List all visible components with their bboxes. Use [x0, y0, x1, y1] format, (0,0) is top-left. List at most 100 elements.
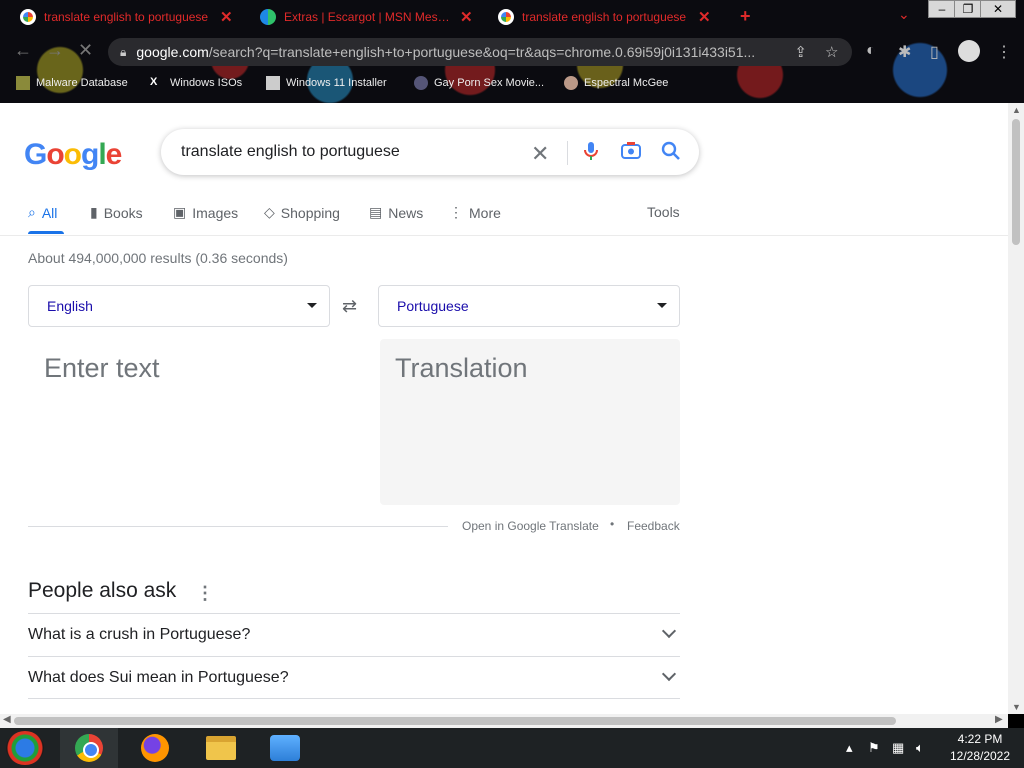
question-text: What is a crush in Portuguese?	[28, 626, 251, 643]
bookmark-espectral-mcgee[interactable]: Espectral McGee	[564, 76, 668, 90]
translator-divider	[28, 526, 448, 527]
pride-flag-extension-icon[interactable]: ◐	[866, 42, 876, 60]
escargot-favicon-icon	[260, 9, 276, 25]
result-stats: About 494,000,000 results (0.36 seconds)	[28, 250, 288, 266]
google-favicon-icon	[20, 9, 36, 25]
camera-lens-icon[interactable]	[619, 139, 643, 163]
bookmark-label: Gay Porn Sex Movie...	[434, 77, 545, 89]
site-favicon-icon	[414, 76, 428, 90]
tab-3-active[interactable]: translate english to portuguese ✕	[490, 4, 719, 30]
new-tab-icon[interactable]: +	[740, 6, 751, 27]
bookmark-malware-database[interactable]: Malware Database	[16, 76, 128, 90]
bookmark-label: Windows ISOs	[170, 77, 243, 89]
messenger-taskbar-button[interactable]	[256, 728, 314, 768]
tab-shopping[interactable]: ◇ Shopping	[264, 204, 340, 221]
bookmark-movie-site[interactable]: Gay Porn Sex Movie...	[414, 76, 544, 90]
close-tab-icon[interactable]: ✕	[460, 8, 473, 26]
link-separator: •	[610, 517, 615, 531]
tab-label: More	[469, 204, 501, 221]
source-language-label: English	[47, 298, 93, 314]
bookmark-favicon-icon	[16, 76, 30, 90]
google-logo[interactable]: Google	[24, 138, 122, 172]
question-text: What does Sui mean in Portuguese?	[28, 668, 289, 686]
bookmark-label: Espectral McGee	[584, 77, 669, 89]
menu-kebab-icon[interactable]: ⋮	[996, 42, 1012, 62]
firefox-icon	[141, 734, 169, 762]
horizontal-scrollbar[interactable]: ◀ ▶	[0, 714, 1008, 728]
scroll-down-icon[interactable]: ▼	[1012, 702, 1021, 712]
bookmark-windows-11-installer[interactable]: Windows 11 Installer	[266, 76, 387, 90]
mouse-pointer-icon	[0, 684, 15, 704]
feedback-link[interactable]: Feedback	[627, 519, 680, 533]
tab-books[interactable]: ▮ Books	[90, 204, 143, 221]
bookmark-star-icon[interactable]: ☆	[825, 43, 838, 61]
microphone-icon[interactable]	[579, 139, 603, 163]
target-language-select[interactable]: Portuguese	[378, 285, 680, 327]
lock-icon: 🔒︎	[120, 44, 127, 59]
stop-loading-icon[interactable]: ✕	[78, 40, 93, 61]
tab-images[interactable]: ▣ Images	[173, 204, 238, 221]
show-hidden-icons-icon[interactable]: ▴	[846, 740, 853, 756]
chrome-taskbar-button[interactable]	[60, 728, 118, 768]
scroll-thumb[interactable]	[1012, 119, 1020, 245]
messenger-icon	[270, 735, 300, 761]
tab-title: Extras | Escargot | MSN Messenger	[284, 10, 452, 24]
question-row[interactable]: What is a crush in Portuguese?	[28, 613, 680, 656]
swap-languages-icon[interactable]: ⇄	[342, 296, 357, 317]
scroll-right-icon[interactable]: ▶	[995, 714, 1003, 725]
source-language-select[interactable]: English	[28, 285, 330, 327]
bookmark-windows-isos[interactable]: X Windows ISOs	[150, 76, 242, 90]
restore-icon[interactable]: ❐	[954, 0, 982, 18]
chevron-down-icon	[661, 666, 677, 682]
file-icon	[266, 76, 280, 90]
scroll-up-icon[interactable]: ▲	[1012, 105, 1021, 115]
search-box[interactable]: translate english to portuguese ✕	[161, 129, 699, 175]
search-icon[interactable]	[659, 139, 683, 163]
profile-avatar[interactable]	[958, 40, 980, 62]
close-window-icon[interactable]: ✕	[980, 0, 1016, 18]
clear-search-icon[interactable]: ✕	[531, 141, 549, 167]
close-tab-icon[interactable]: ✕	[220, 8, 233, 26]
share-icon[interactable]: ⇪	[794, 43, 807, 61]
book-icon: ▮	[90, 204, 98, 220]
dropdown-caret-icon	[307, 303, 317, 308]
target-language-label: Portuguese	[397, 298, 469, 314]
tools-button[interactable]: Tools	[647, 204, 680, 220]
dropdown-caret-icon	[657, 303, 667, 308]
more-options-icon[interactable]: ⋮	[196, 583, 214, 604]
source-text-input[interactable]: Enter text	[28, 339, 360, 505]
tab-search-chevron-icon[interactable]: ⌄	[898, 6, 910, 23]
side-panel-icon[interactable]: ▯	[930, 42, 939, 62]
scroll-thumb[interactable]	[14, 717, 896, 725]
address-bar[interactable]: 🔒︎ google.com/search?q=translate+english…	[108, 38, 852, 66]
network-icon[interactable]: ▦	[892, 740, 904, 756]
more-kebab-icon: ⋮	[449, 204, 463, 220]
clock-time: 4:22 PM	[957, 732, 1003, 746]
firefox-taskbar-button[interactable]	[126, 728, 184, 768]
open-in-google-translate-link[interactable]: Open in Google Translate	[462, 519, 599, 533]
tab-1[interactable]: translate english to portuguese ✕	[12, 4, 241, 30]
system-clock[interactable]: 4:22 PM 12/28/2022	[940, 731, 1020, 765]
question-row[interactable]: What does Sui mean in Portuguese?	[28, 656, 680, 699]
explorer-taskbar-button[interactable]	[192, 728, 250, 768]
tab-label: Shopping	[280, 204, 340, 221]
extensions-puzzle-icon[interactable]: ✱	[898, 42, 911, 62]
clock-date: 12/28/2022	[949, 749, 1011, 763]
scroll-left-icon[interactable]: ◀	[3, 714, 11, 725]
start-button-icon[interactable]	[6, 731, 44, 765]
back-icon[interactable]: ←	[14, 40, 32, 61]
url-text: google.com/search?q=translate+english+to…	[136, 44, 756, 60]
newspaper-icon: ▤	[369, 204, 383, 220]
search-input[interactable]: translate english to portuguese	[181, 143, 531, 161]
volume-icon[interactable]: 🔈︎	[916, 740, 924, 756]
close-tab-icon[interactable]: ✕	[698, 8, 711, 26]
folder-icon	[206, 736, 236, 760]
tab-news[interactable]: ▤ News	[369, 204, 423, 221]
minimize-icon[interactable]: –	[928, 0, 956, 18]
vertical-scrollbar[interactable]: ▲ ▼	[1008, 103, 1024, 714]
tab-2[interactable]: Extras | Escargot | MSN Messenger ✕	[252, 4, 481, 30]
action-center-flag-icon[interactable]: ⚑	[868, 740, 880, 756]
tab-all[interactable]: ⌕ All	[28, 204, 57, 221]
tab-more[interactable]: ⋮ More	[449, 204, 501, 221]
forward-icon[interactable]: →	[46, 40, 64, 61]
